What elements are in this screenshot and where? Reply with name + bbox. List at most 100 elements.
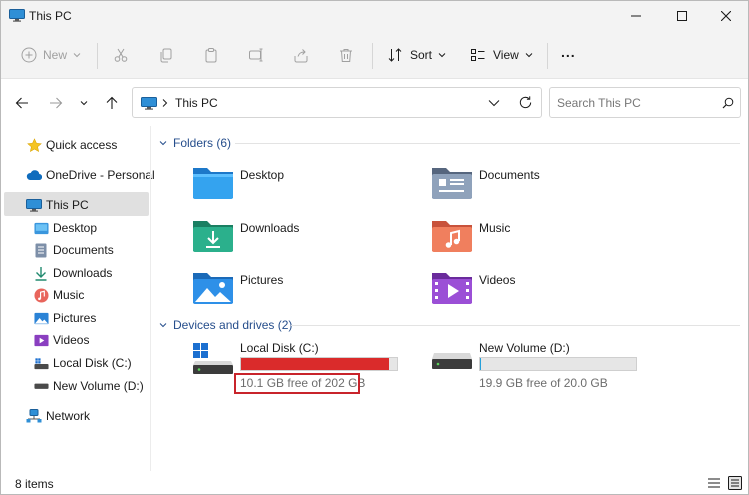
folder-tile-music[interactable]: Music	[431, 217, 631, 257]
sidebar-item-label: Downloads	[53, 266, 113, 280]
folder-name: Pictures	[240, 273, 284, 287]
folder-name: Videos	[479, 273, 516, 287]
recent-locations-button[interactable]	[75, 94, 93, 112]
view-label: View	[493, 48, 519, 62]
more-options-label: ...	[561, 44, 576, 60]
trash-icon	[340, 49, 352, 62]
sidebar-item-desktop[interactable]: Desktop	[33, 217, 97, 239]
copy-button[interactable]	[158, 43, 174, 67]
drives-group-header[interactable]: Devices and drives (2)	[159, 318, 292, 332]
folders-group-header[interactable]: Folders (6)	[159, 136, 231, 150]
chevron-down-icon	[73, 53, 81, 58]
address-location: This PC	[175, 96, 218, 110]
sidebar-item-downloads[interactable]: Downloads	[33, 262, 112, 284]
chevron-right-icon	[162, 99, 168, 107]
close-button[interactable]	[703, 1, 748, 31]
drive-icon	[33, 383, 49, 389]
folder-tile-documents[interactable]: Documents	[431, 164, 631, 204]
view-button[interactable]: View	[470, 43, 533, 67]
drive-icon	[432, 353, 472, 369]
chevron-down-icon	[438, 53, 446, 58]
sidebar-item-this-pc[interactable]: This PC	[26, 194, 89, 216]
drive-usage-bar	[240, 357, 398, 371]
sidebar-item-new-volume-d[interactable]: New Volume (D:)	[33, 375, 144, 397]
pane-divider	[150, 126, 151, 471]
windows-drive-icon	[193, 343, 233, 374]
details-view-icon[interactable]	[707, 477, 721, 489]
paste-button[interactable]	[203, 43, 219, 67]
copy-icon	[160, 48, 172, 63]
sidebar-item-pictures[interactable]: Pictures	[33, 307, 96, 329]
sidebar-item-quick-access[interactable]: Quick access	[26, 134, 117, 156]
sidebar-item-label: Quick access	[46, 138, 118, 152]
up-button[interactable]	[103, 94, 121, 112]
close-icon	[721, 11, 731, 21]
arrow-left-icon	[15, 97, 28, 109]
minimize-icon	[631, 15, 641, 17]
folder-tile-downloads[interactable]: Downloads	[192, 217, 392, 257]
sort-label: Sort	[410, 48, 433, 62]
back-button[interactable]	[13, 94, 31, 112]
videos-icon	[33, 334, 49, 346]
status-bar: 8 items	[1, 472, 748, 494]
new-label: New	[43, 48, 68, 62]
sidebar-item-label: Videos	[53, 333, 90, 347]
forward-button[interactable]	[47, 94, 65, 112]
sidebar-item-local-disk-c[interactable]: Local Disk (C:)	[33, 352, 132, 374]
download-icon	[35, 266, 47, 281]
folder-tile-pictures[interactable]: Pictures	[192, 269, 392, 309]
group-divider	[291, 325, 740, 326]
refresh-icon[interactable]	[518, 95, 533, 110]
sidebar-item-network[interactable]: Network	[26, 405, 90, 427]
drive-tile-new-volume-d[interactable]: New Volume (D:) 19.9 GB free of 20.0 GB	[431, 341, 651, 393]
documents-icon	[35, 243, 47, 257]
cut-button[interactable]	[113, 43, 129, 67]
delete-button[interactable]	[338, 43, 354, 67]
download-folder-icon	[193, 221, 233, 252]
search-input[interactable]: Search This PC	[557, 96, 641, 110]
command-bar: New Sort View ...	[1, 31, 748, 79]
desktop-folder-icon	[33, 222, 49, 234]
clipboard-icon	[205, 48, 217, 63]
sidebar-item-music[interactable]: Music	[33, 284, 84, 306]
chevron-down-icon	[525, 53, 533, 58]
view-icon	[471, 49, 485, 61]
rename-button[interactable]	[248, 43, 264, 67]
folder-name: Music	[479, 221, 511, 235]
more-options-button[interactable]: ...	[561, 43, 576, 67]
file-explorer-window: This PC New Sort View ... This PC Search…	[0, 0, 749, 495]
pictures-folder-icon	[193, 273, 233, 304]
star-icon	[26, 137, 42, 152]
search-box[interactable]: Search This PC	[549, 87, 741, 118]
sidebar-item-documents[interactable]: Documents	[33, 239, 114, 261]
sidebar-item-onedrive[interactable]: OneDrive - Personal	[26, 164, 155, 186]
rename-icon	[249, 48, 263, 62]
toolbar-separator	[547, 43, 548, 69]
maximize-button[interactable]	[659, 1, 705, 31]
folder-tile-videos[interactable]: Videos	[431, 269, 631, 309]
videos-folder-icon	[432, 273, 472, 304]
drive-name: New Volume (D:)	[479, 341, 570, 355]
music-icon	[33, 287, 49, 303]
sidebar-item-label: Network	[46, 409, 91, 423]
sidebar-item-videos[interactable]: Videos	[33, 329, 89, 351]
drive-name: Local Disk (C:)	[240, 341, 319, 355]
cloud-icon	[26, 170, 42, 181]
chevron-down-icon[interactable]	[488, 99, 500, 107]
minimize-button[interactable]	[613, 1, 659, 31]
computer-icon	[26, 198, 42, 212]
drive-usage-bar	[479, 357, 637, 371]
sidebar-item-label: Local Disk (C:)	[53, 356, 132, 370]
arrow-right-icon	[50, 97, 63, 109]
tiles-view-icon[interactable]	[728, 476, 742, 490]
new-button[interactable]: New	[21, 43, 81, 67]
window-title: This PC	[29, 9, 72, 23]
toolbar-separator	[97, 43, 98, 69]
folders-group-title: Folders (6)	[173, 136, 232, 150]
sort-button[interactable]: Sort	[387, 43, 446, 67]
computer-icon	[141, 97, 157, 110]
plus-icon	[21, 47, 37, 63]
address-bar[interactable]: This PC	[132, 87, 542, 118]
share-button[interactable]	[293, 43, 309, 67]
folder-tile-desktop[interactable]: Desktop	[192, 164, 392, 204]
